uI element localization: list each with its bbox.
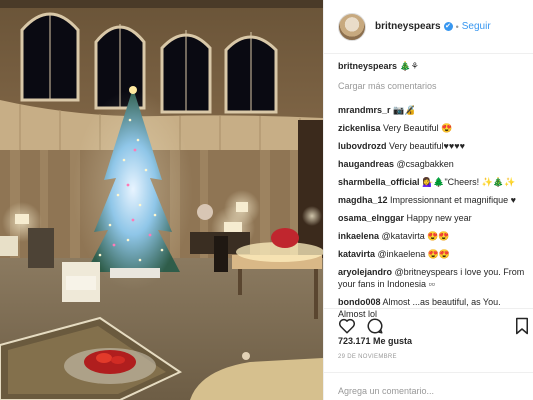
- caption-username[interactable]: britneyspears: [338, 61, 397, 71]
- comment-item: aryolejandro @britneyspears i love you. …: [338, 266, 530, 290]
- bookmark-icon[interactable]: [514, 317, 533, 337]
- comment-text: @katavirta 😍😍: [381, 231, 450, 241]
- comment-text: Very Beautiful 😍: [383, 123, 453, 133]
- comment-username[interactable]: magdha_12: [338, 195, 388, 205]
- verified-badge-icon: ✔: [443, 22, 453, 31]
- comments-section: britneyspears 🎄⚘ Cargar más comentarios …: [338, 60, 530, 319]
- comment-item: lubovdrozd Very beautiful♥♥♥♥: [338, 140, 530, 152]
- comment-text: @csagbakken: [396, 159, 454, 169]
- comment-text: Happy new year: [406, 213, 472, 223]
- separator-dot: •: [455, 21, 459, 32]
- comment-text: Impressionnant et magnifique ♥: [390, 195, 516, 205]
- comment-item: zickenlisa Very Beautiful 😍: [338, 122, 530, 134]
- comment-username[interactable]: haugandreas: [338, 159, 394, 169]
- comment-text: Very beautiful♥♥♥♥: [389, 141, 465, 151]
- comment-username[interactable]: katavirta: [338, 249, 375, 259]
- comment-username[interactable]: zickenlisa: [338, 123, 381, 133]
- add-comment-input[interactable]: [338, 386, 518, 396]
- comment-item: mrandmrs_r 📷🔏: [338, 104, 530, 116]
- christmas-living-room-image: [0, 0, 323, 400]
- comment-username[interactable]: lubovdrozd: [338, 141, 387, 151]
- post-date: 29 DE NOVIEMBRE: [338, 354, 397, 360]
- likes-count[interactable]: 723.171 Me gusta: [338, 336, 412, 346]
- comment-item: inkaelena @katavirta 😍😍: [338, 230, 530, 242]
- comment-item: magdha_12 Impressionnant et magnifique ♥: [338, 194, 530, 206]
- comment-username[interactable]: inkaelena: [338, 231, 379, 241]
- post-caption: britneyspears 🎄⚘: [338, 60, 530, 72]
- comment-username[interactable]: sharmbella_official: [338, 177, 420, 187]
- comment-item: sharmbella_official 💁‍♀️🌲"Cheers! ✨🎄✨: [338, 176, 530, 188]
- comment-username[interactable]: mrandmrs_r: [338, 105, 391, 115]
- follow-button[interactable]: Seguir: [462, 21, 491, 32]
- comment-text: @inkaelena 😍😍: [377, 249, 451, 259]
- comment-username[interactable]: osama_elnggar: [338, 213, 404, 223]
- comment-item: haugandreas @csagbakken: [338, 158, 530, 170]
- post-photo[interactable]: [0, 0, 323, 400]
- post-username[interactable]: britneyspears: [375, 21, 441, 32]
- load-more-comments-link[interactable]: Cargar más comentarios: [338, 80, 530, 92]
- comment-username[interactable]: aryolejandro: [338, 267, 392, 277]
- comment-item: katavirta @inkaelena 😍😍: [338, 248, 530, 260]
- comment-text: 💁‍♀️🌲"Cheers! ✨🎄✨: [422, 177, 516, 187]
- comment-icon[interactable]: [366, 317, 386, 337]
- comment-username[interactable]: bondo008: [338, 297, 381, 307]
- caption-text: 🎄⚘: [399, 61, 419, 71]
- heart-icon[interactable]: [338, 317, 358, 337]
- comment-item: osama_elnggar Happy new year: [338, 212, 530, 224]
- comment-text: 📷🔏: [393, 105, 416, 115]
- add-comment-bar: [324, 372, 533, 400]
- post-header: britneyspears ✔ • Seguir: [324, 0, 533, 54]
- avatar[interactable]: [338, 12, 366, 41]
- post-details-panel: britneyspears ✔ • Seguir britneyspears 🎄…: [323, 0, 533, 400]
